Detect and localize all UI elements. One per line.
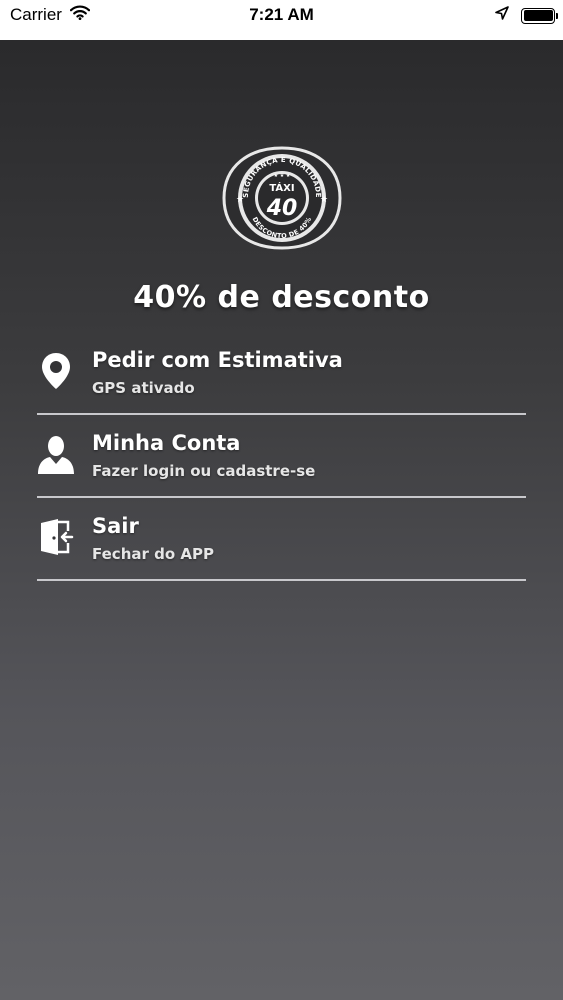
svg-text:★ ★ ★: ★ ★ ★ <box>274 173 291 179</box>
menu-item-subtitle: Fechar do APP <box>92 545 214 563</box>
location-pin-icon <box>37 350 75 392</box>
menu-item-subtitle: GPS ativado <box>92 379 195 397</box>
menu-item-title: Pedir com Estimativa <box>92 348 343 372</box>
battery-icon <box>521 7 558 24</box>
battery-level <box>523 10 553 21</box>
user-icon <box>37 433 75 475</box>
menu-item-title: Minha Conta <box>92 431 241 455</box>
main-menu: Pedir com Estimativa GPS ativado Minha C… <box>37 332 526 581</box>
status-bar-right <box>495 6 558 25</box>
menu-item-pedir-estimativa[interactable]: Pedir com Estimativa GPS ativado <box>37 332 526 415</box>
taxi40-logo: SEGURANÇA E QUALIDADE DESCONTO DE 40% TÁ… <box>220 144 344 252</box>
logo-brand-text: TÁXI <box>269 181 294 194</box>
svg-text:★: ★ <box>236 195 244 205</box>
main-screen: SEGURANÇA E QUALIDADE DESCONTO DE 40% TÁ… <box>0 40 563 1000</box>
menu-item-subtitle: Fazer login ou cadastre-se <box>92 462 316 480</box>
clock: 7:21 AM <box>249 5 314 24</box>
menu-item-title: Sair <box>92 514 139 538</box>
page-title: 40% de desconto <box>133 280 430 315</box>
exit-door-icon <box>37 516 75 558</box>
menu-item-minha-conta[interactable]: Minha Conta Fazer login ou cadastre-se <box>37 415 526 498</box>
status-bar: Carrier 7:21 AM <box>0 0 563 40</box>
location-arrow-icon <box>495 6 509 25</box>
svg-text:★: ★ <box>320 195 328 205</box>
logo-number-text: 40 <box>266 196 298 221</box>
menu-item-sair[interactable]: Sair Fechar do APP <box>37 498 526 581</box>
